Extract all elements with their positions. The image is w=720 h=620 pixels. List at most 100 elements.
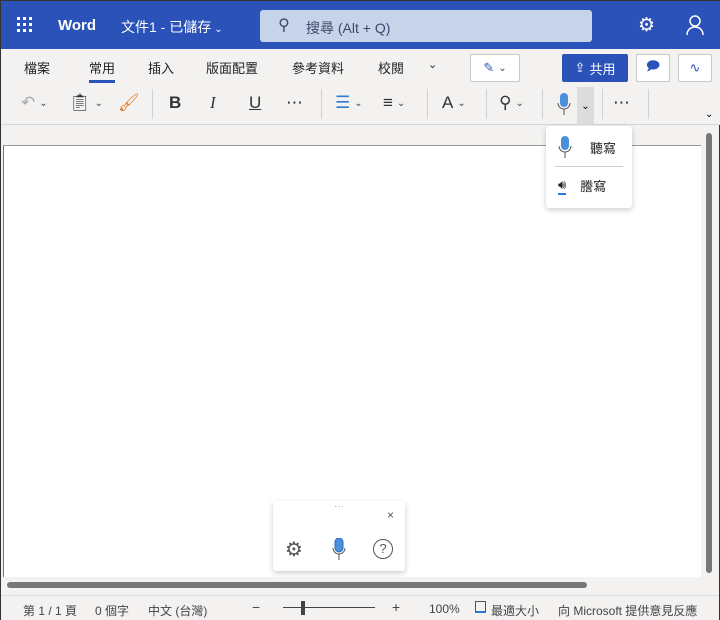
microphone-icon: [558, 136, 572, 158]
status-bar: 第 1 / 1 頁 0 個字 中文 (台灣) − + 100% 最適大小 向 M…: [1, 595, 719, 620]
undo-button[interactable]: ↶ ⌄: [21, 93, 48, 113]
divider: [486, 89, 487, 119]
fit-icon: [475, 601, 486, 613]
divider: [602, 89, 603, 119]
help-icon[interactable]: ?: [373, 539, 393, 559]
menu-item-transcribe[interactable]: 🔊︎ 謄寫: [558, 176, 606, 195]
align-icon: ≡: [383, 93, 393, 112]
zoom-level[interactable]: 100%: [429, 602, 460, 616]
ribbon: 檔案 常用 插入 版面配置 參考資料 校閱 ⌄ ✎ ⌄ ⇪ 共用 🗩 ∿ ↶ ⌄ 📋︎…: [1, 49, 720, 125]
more-options-button[interactable]: ⋯: [613, 93, 630, 113]
more-tabs-chevron-icon[interactable]: ⌄: [428, 58, 437, 71]
app-launcher-icon[interactable]: [17, 17, 33, 33]
paintbrush-icon: 🖌︎: [118, 93, 140, 112]
share-label: 共用: [589, 61, 616, 77]
styles-button[interactable]: A ⌄: [442, 93, 466, 113]
comment-icon: 🗩: [645, 58, 661, 73]
search-icon: ⚲: [499, 93, 512, 112]
dictate-button[interactable]: [557, 93, 571, 115]
divider: [321, 89, 322, 119]
account-icon[interactable]: [686, 15, 704, 36]
search-box[interactable]: ⚲ 搜尋 (Alt + Q): [260, 10, 592, 42]
menu-item-dictate[interactable]: 聽寫: [558, 136, 616, 158]
share-icon: ⇪: [574, 60, 586, 75]
vertical-scrollbar[interactable]: [706, 133, 712, 573]
close-icon[interactable]: ×: [387, 508, 394, 522]
activity-icon: ∿: [689, 60, 701, 75]
title-bar: Word 文件1 - 已儲存 ⌄ ⚲ 搜尋 (Alt + Q) ⚙: [1, 1, 720, 49]
chevron-down-icon: ⌄: [396, 97, 406, 109]
chevron-down-icon: ⌄: [515, 97, 524, 109]
dictation-toolbar: ··· × ⚙ ?: [273, 501, 405, 571]
zoom-slider[interactable]: [283, 607, 375, 608]
chevron-down-icon: ⌄: [39, 97, 48, 109]
word-count: 0 個字: [95, 604, 130, 618]
pencil-icon: ✎: [483, 60, 495, 75]
share-button[interactable]: ⇪ 共用: [562, 54, 628, 82]
horizontal-scrollbar[interactable]: [7, 582, 587, 588]
menu-item-label: 聽寫: [590, 140, 617, 156]
chevron-down-icon: ⌄: [94, 97, 103, 109]
divider: [542, 89, 543, 119]
microphone-icon: [332, 537, 346, 560]
format-painter-button[interactable]: 🖌︎: [118, 93, 140, 113]
chevron-down-icon: ⌄: [498, 62, 507, 74]
more-icon: ⋯: [613, 93, 630, 112]
dictate-menu: 聽寫 🔊︎ 謄寫: [546, 126, 632, 208]
bullet-list-icon: ☰: [335, 93, 351, 112]
divider: [427, 89, 428, 119]
drag-handle-icon[interactable]: ···: [334, 501, 344, 512]
zoom-in-button[interactable]: +: [392, 599, 400, 615]
zoom-slider-thumb[interactable]: [301, 601, 305, 615]
tab-layout[interactable]: 版面配置: [206, 58, 258, 77]
language[interactable]: 中文 (台灣): [148, 602, 207, 619]
more-font-button[interactable]: ⋯: [286, 93, 303, 113]
search-icon: ⚲: [278, 17, 290, 34]
feedback-link[interactable]: 向 Microsoft 提供意見反應: [558, 602, 697, 619]
editing-mode-button[interactable]: ✎ ⌄: [470, 54, 520, 82]
microphone-button[interactable]: [332, 537, 346, 565]
chevron-down-icon: ⌄: [354, 97, 363, 109]
comments-button[interactable]: 🗩: [636, 54, 670, 82]
doc-name-label: 文件1 - 已儲存: [121, 19, 212, 35]
bold-button[interactable]: B: [169, 93, 181, 113]
tab-references[interactable]: 參考資料: [292, 58, 344, 77]
chevron-down-icon: ⌄: [457, 97, 466, 109]
page-count: 第 1 / 1 頁: [23, 604, 78, 618]
search-placeholder: 搜尋 (Alt + Q): [306, 20, 391, 36]
paste-button[interactable]: 📋︎ ⌄: [69, 93, 103, 113]
underline-icon: U: [249, 93, 262, 112]
activity-button[interactable]: ∿: [678, 54, 712, 82]
microphone-icon: [557, 93, 571, 115]
collapse-ribbon-chevron-icon[interactable]: ⌄: [705, 109, 713, 120]
undo-icon: ↶: [21, 93, 36, 112]
zoom-out-button[interactable]: −: [252, 599, 260, 615]
tab-insert[interactable]: 插入: [148, 58, 174, 77]
italic-icon: I: [210, 93, 216, 112]
chevron-down-icon: ⌄: [214, 24, 223, 35]
fit-button[interactable]: 最適大小: [491, 602, 539, 619]
find-button[interactable]: ⚲ ⌄: [499, 93, 524, 113]
clipboard-icon: 📋︎: [69, 93, 91, 112]
transcribe-icon: 🔊︎: [558, 177, 567, 195]
chevron-down-icon: ⌄: [581, 100, 590, 112]
align-button[interactable]: ≡ ⌄: [383, 93, 405, 113]
tab-review[interactable]: 校閱: [378, 58, 404, 77]
settings-icon[interactable]: ⚙: [285, 537, 303, 562]
styles-icon: A: [442, 93, 454, 112]
dictate-dropdown-button[interactable]: ⌄: [577, 87, 594, 125]
italic-button[interactable]: I: [210, 93, 216, 113]
tab-file[interactable]: 檔案: [24, 58, 50, 77]
settings-icon[interactable]: ⚙: [638, 14, 655, 37]
divider: [152, 89, 153, 119]
bold-icon: B: [169, 93, 182, 112]
divider: [555, 166, 623, 167]
divider: [648, 89, 649, 119]
bullets-button[interactable]: ☰ ⌄: [335, 93, 363, 113]
tab-home[interactable]: 常用: [89, 58, 116, 83]
document-name[interactable]: 文件1 - 已儲存 ⌄: [121, 17, 223, 37]
underline-button[interactable]: U: [249, 93, 261, 113]
more-icon: ⋯: [286, 93, 303, 112]
app-name[interactable]: Word: [58, 17, 96, 34]
menu-item-label: 謄寫: [580, 179, 607, 194]
